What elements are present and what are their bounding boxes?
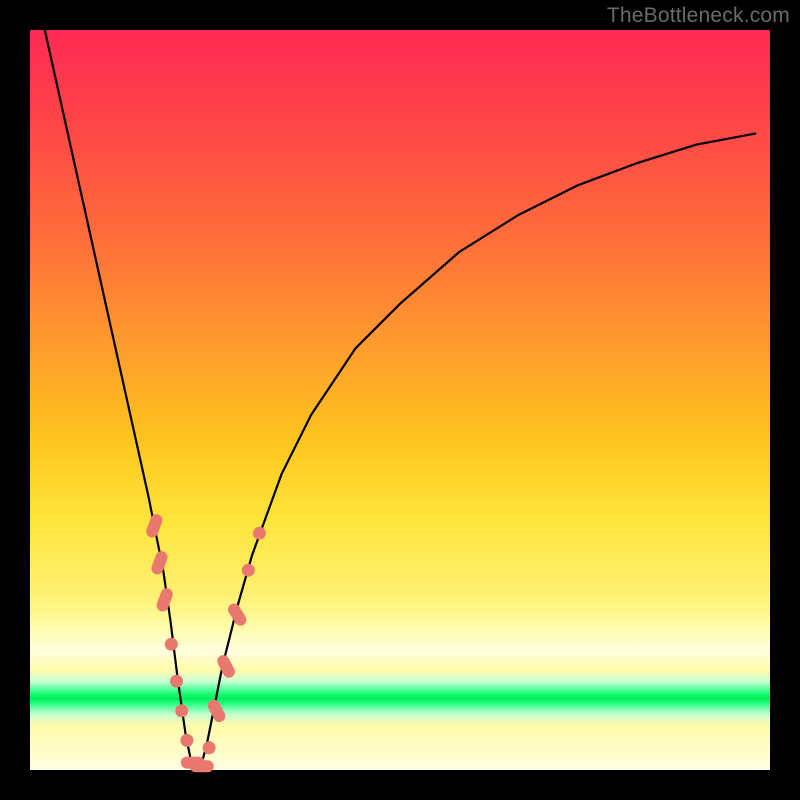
- marker-dot: [242, 564, 255, 577]
- marker-pill: [145, 512, 164, 539]
- marker-pill: [215, 653, 237, 680]
- marker-dot: [175, 704, 188, 717]
- chart-svg: [30, 30, 770, 770]
- marker-pill: [206, 697, 228, 724]
- marker-dot: [170, 675, 183, 688]
- marker-dot: [165, 638, 178, 651]
- marker-dot: [253, 527, 266, 540]
- highlight-markers: [145, 512, 266, 772]
- marker-pill: [226, 601, 249, 628]
- chart-frame: TheBottleneck.com: [0, 0, 800, 800]
- marker-dot: [180, 734, 193, 747]
- watermark-text: TheBottleneck.com: [607, 4, 790, 28]
- plot-area: [30, 30, 770, 770]
- bottleneck-curve: [45, 30, 755, 770]
- marker-pill: [155, 586, 174, 613]
- marker-dot: [203, 741, 216, 754]
- marker-pill: [190, 760, 214, 772]
- marker-pill: [150, 549, 169, 576]
